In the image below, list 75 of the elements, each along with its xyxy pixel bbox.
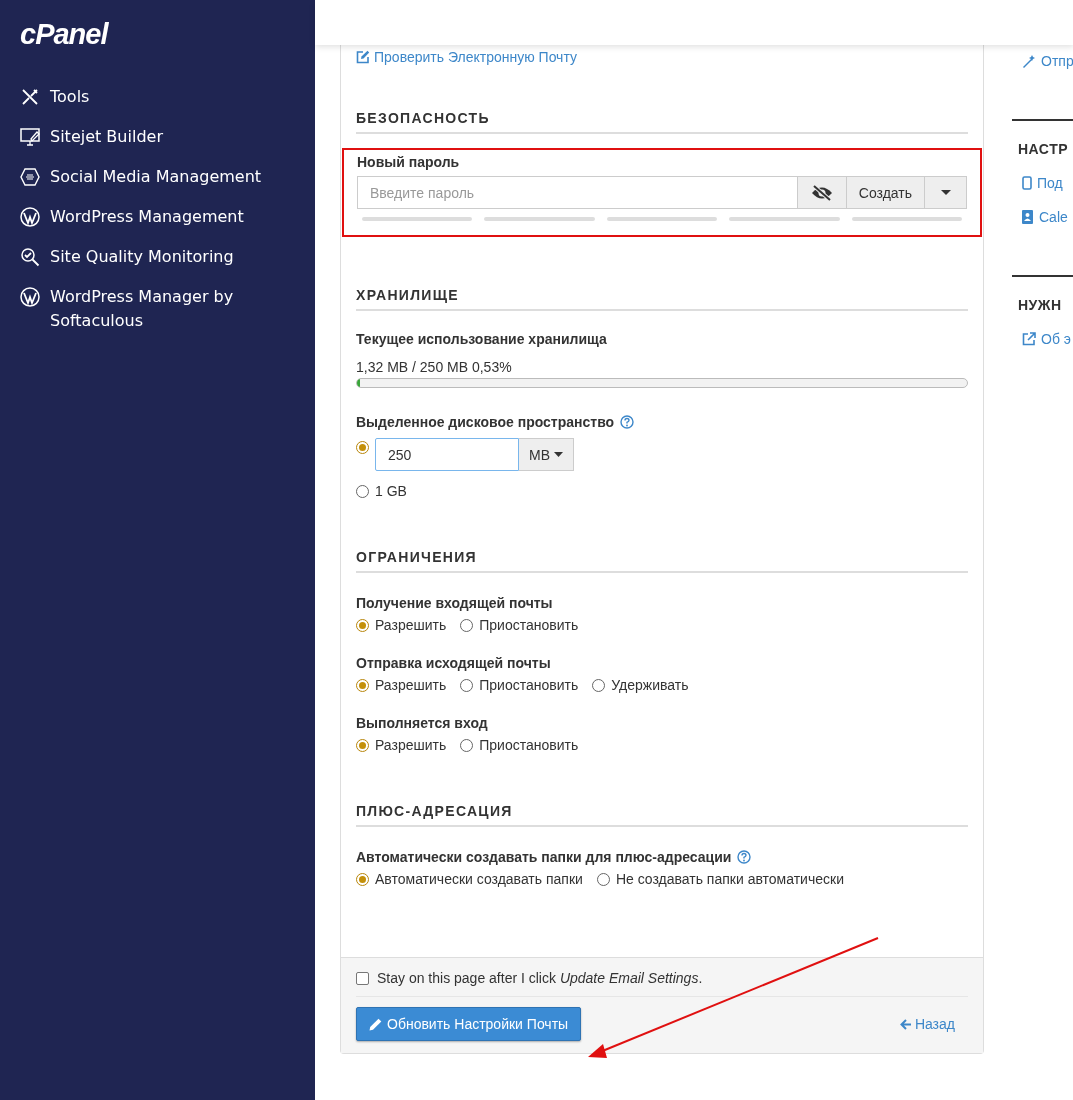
section-heading: НАСТР <box>1018 141 1070 157</box>
checkbox-label: Stay on this page after I click Update Email Settings. <box>377 970 703 986</box>
radio-button[interactable] <box>356 678 369 692</box>
radio-button[interactable] <box>356 738 369 752</box>
monitor-pen-icon <box>20 127 40 147</box>
radio-button[interactable] <box>460 678 474 692</box>
option-label: Разрешить <box>375 737 447 753</box>
magic-wand-icon <box>1022 54 1036 68</box>
update-settings-button[interactable]: Обновить Настройки Почты <box>356 1007 582 1041</box>
help-icon[interactable] <box>620 415 635 429</box>
edit-icon <box>356 50 370 64</box>
field-label: Получение входящей почты <box>356 595 553 611</box>
sidebar-link[interactable]: Отпр <box>1022 53 1073 69</box>
contact-card-icon <box>1022 210 1034 224</box>
sidebar-item[interactable]: Sitejet Builder <box>20 125 315 149</box>
checkbox[interactable] <box>356 971 369 985</box>
option-label: Разрешить <box>375 677 447 693</box>
sidebar-item[interactable]: Tools <box>20 85 315 109</box>
section-heading: ПЛЮС-АДРЕСАЦИЯ <box>356 803 968 827</box>
sidebar-item[interactable]: WordPress Management <box>20 205 315 229</box>
phone-icon <box>1022 176 1032 190</box>
unit-dropdown[interactable]: MB <box>519 438 574 471</box>
caret-icon <box>554 452 563 457</box>
arrow-left-icon <box>899 1018 912 1030</box>
field-label: Автоматически создавать папки для плюс-адресации <box>356 849 732 865</box>
wordpress-icon <box>20 287 40 307</box>
password-field[interactable]: Введите пароль <box>357 176 798 209</box>
visibility-toggle-button[interactable] <box>797 176 847 209</box>
option-label: Приостановить <box>479 737 579 753</box>
option-label: Удерживать <box>611 677 689 693</box>
section-heading: НУЖН <box>1018 297 1063 313</box>
option-label: Разрешить <box>375 617 447 633</box>
back-link[interactable]: Назад <box>899 1016 955 1032</box>
radio-button[interactable] <box>356 441 369 454</box>
sidebar-item[interactable]: Site Quality Monitoring <box>20 245 315 269</box>
caret-icon <box>940 190 951 195</box>
sidebar-item[interactable]: Social Media Management <box>20 165 315 189</box>
check-email-link[interactable]: Проверить Электронную Почту <box>356 49 577 65</box>
help-icon[interactable] <box>737 850 752 864</box>
usage-text: 1,32 MB / 250 MB 0,53% <box>356 359 513 375</box>
generate-button[interactable]: Создать <box>846 176 925 209</box>
section-heading: БЕЗОПАСНОСТЬ <box>356 110 968 134</box>
sidebar-link[interactable]: Об э <box>1022 331 1073 347</box>
section-heading: ОГРАНИЧЕНИЯ <box>356 549 968 573</box>
pencil-icon <box>369 1017 382 1031</box>
eye-slash-icon <box>810 184 833 201</box>
dropdown-button[interactable] <box>925 176 967 209</box>
sidebar-link[interactable]: Cale <box>1022 209 1073 225</box>
radio-button[interactable] <box>460 618 474 632</box>
radio-button[interactable] <box>592 678 606 692</box>
radio-button[interactable] <box>596 872 610 886</box>
wordpress-icon <box>20 207 40 227</box>
sidebar-link[interactable]: Под <box>1022 175 1073 191</box>
radio-button[interactable] <box>356 872 369 886</box>
field-label: Выполняется вход <box>356 715 488 731</box>
radio-button[interactable] <box>460 738 474 752</box>
tools-icon <box>20 87 40 107</box>
option-label: Автоматически создавать папки <box>375 871 583 887</box>
field-label: Текущее использование хранилища <box>356 331 608 347</box>
option-label: 1 GB <box>375 483 407 499</box>
section-heading: ХРАНИЛИЩЕ <box>356 287 968 311</box>
sidebar-item[interactable]: WordPress Manager by Softaculous <box>20 285 315 333</box>
quota-field[interactable]: 250 <box>375 438 519 471</box>
field-label: Выделенное дисковое пространство <box>356 414 615 430</box>
option-label: Не создавать папки автоматически <box>615 871 844 887</box>
field-label: Отправка исходящей почты <box>356 655 551 671</box>
radio-button[interactable] <box>356 618 369 632</box>
field-label: Новый пароль <box>357 154 461 170</box>
logo[interactable]: cPanel <box>20 18 108 51</box>
external-link-icon <box>1022 332 1036 346</box>
magnifier-check-icon <box>20 247 40 267</box>
hexagon-icon <box>20 167 40 187</box>
option-label: Приостановить <box>479 677 579 693</box>
option-label: Приостановить <box>479 617 579 633</box>
radio-button[interactable] <box>356 484 369 498</box>
